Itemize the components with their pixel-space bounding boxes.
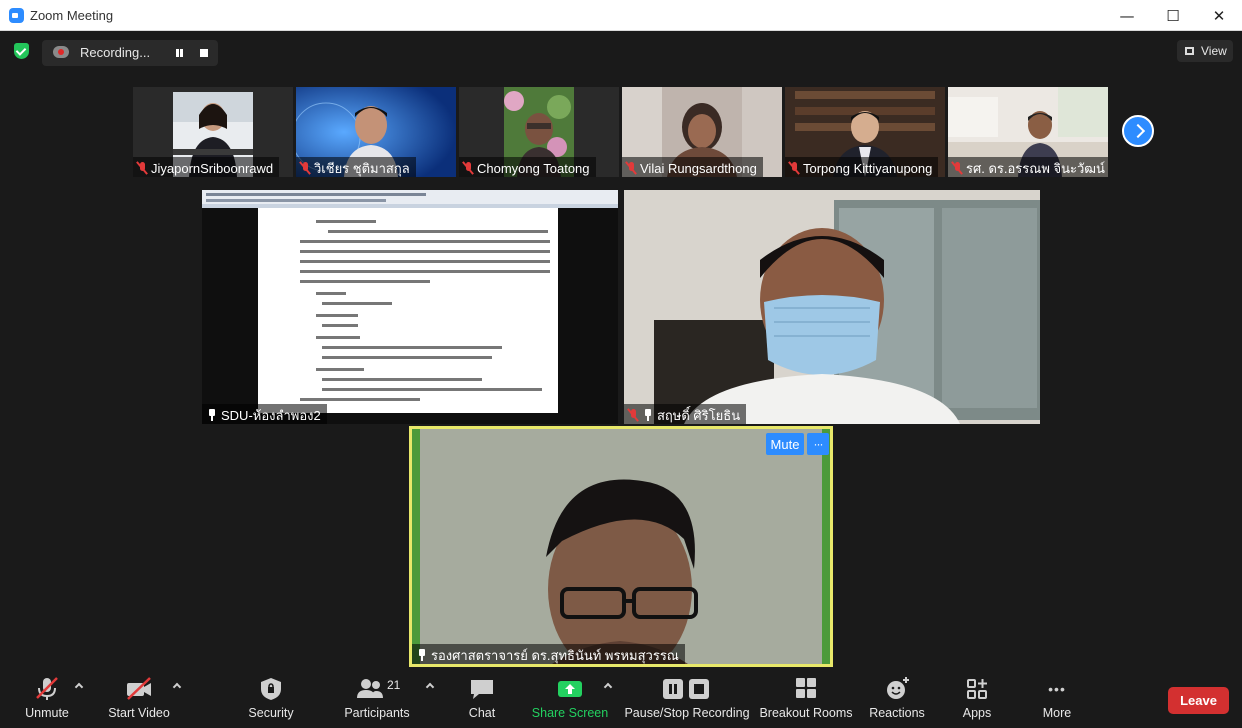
more-options-button[interactable]: ··· (807, 433, 829, 455)
meeting-toolbar: Unmute Start Video Security 21 Participa… (0, 672, 1242, 728)
participant-name-bar: วิเชียร ชุติมาสกุล (296, 157, 416, 177)
recording-indicator: Recording... (42, 40, 218, 66)
breakout-rooms-button[interactable]: Breakout Rooms (759, 676, 853, 726)
share-screen-label: Share Screen (531, 706, 609, 720)
pdf-toolbar (202, 190, 618, 208)
participant-name: JiyapornSriboonrawd (151, 160, 274, 176)
unmute-label: Unmute (25, 706, 69, 720)
security-label: Security (248, 706, 294, 720)
participant-name-bar: Chomyong Toatong (459, 157, 596, 177)
participant-name-bar: Torpong Kittiyanupong (785, 157, 939, 177)
participant-name: รองศาสตราจารย์ ดร.สุทธินันท์ พรหมสุวรรณ (431, 647, 679, 663)
start-video-button[interactable]: Start Video (106, 676, 172, 726)
cloud-record-icon (53, 46, 69, 58)
leave-button[interactable]: Leave (1168, 687, 1229, 714)
participants-count: 21 (387, 678, 401, 692)
pause-stop-recording-label: Pause/Stop Recording (624, 706, 750, 720)
mic-muted-icon (32, 676, 62, 702)
more-button[interactable]: ••• More (1038, 676, 1076, 726)
minimize-button[interactable]: — (1104, 0, 1150, 31)
audio-options-caret[interactable] (74, 682, 84, 692)
shield-icon (256, 676, 286, 702)
video-options-caret[interactable] (172, 682, 182, 692)
mic-muted-icon (626, 161, 636, 175)
unmute-button[interactable]: Unmute (22, 676, 72, 726)
participant-name: Vilai Rungsardthong (640, 160, 757, 176)
share-screen-icon (555, 676, 585, 702)
participants-button[interactable]: 21 Participants (342, 676, 412, 726)
participant-name: Torpong Kittiyanupong (803, 160, 933, 176)
breakout-rooms-label: Breakout Rooms (759, 706, 853, 720)
zoom-app-icon (9, 8, 24, 23)
participant-thumbnail[interactable]: Torpong Kittiyanupong (785, 87, 945, 177)
reactions-label: Reactions (869, 706, 925, 720)
participant-name: รศ. ดร.อรรณพ จินะวัฒน์ (966, 160, 1105, 176)
view-button[interactable]: View (1177, 40, 1233, 62)
grid-view-icon (1185, 47, 1194, 55)
chat-label: Chat (468, 706, 496, 720)
participant-thumbnail[interactable]: รศ. ดร.อรรณพ จินะวัฒน์ (948, 87, 1108, 177)
recording-label: Recording... (80, 45, 151, 60)
title-bar: Zoom Meeting — ☐ ✕ (0, 0, 1242, 31)
view-label: View (1201, 44, 1227, 58)
chat-button[interactable]: Chat (466, 676, 498, 726)
mute-participant-button[interactable]: Mute (766, 433, 804, 455)
more-dots-icon: ••• (1048, 681, 1066, 697)
maximize-button[interactable]: ☐ (1150, 0, 1196, 31)
participant-thumbnail[interactable]: Chomyong Toatong (459, 87, 619, 177)
pin-icon (206, 408, 217, 422)
start-video-label: Start Video (108, 706, 170, 720)
close-button[interactable]: ✕ (1196, 0, 1242, 31)
pause-recording-icon[interactable] (172, 46, 186, 60)
encryption-shield-icon[interactable] (14, 43, 29, 59)
participant-name-bar: SDU-ห้องลำพอง2 (202, 404, 327, 424)
more-label: More (1042, 706, 1072, 720)
recording-controls-icon (662, 676, 712, 702)
stop-recording-icon[interactable] (200, 49, 208, 57)
participant-name-bar: สฤษดิ์ ศิริโยธิน (624, 404, 747, 424)
apps-label: Apps (962, 706, 992, 720)
participant-thumbnail[interactable]: JiyapornSriboonrawd (133, 87, 293, 177)
participant-name: สฤษดิ์ ศิริโยธิน (657, 407, 741, 423)
video-tile-participant[interactable]: สฤษดิ์ ศิริโยธิน (624, 190, 1040, 424)
mic-muted-icon (137, 161, 147, 175)
pin-icon (416, 648, 427, 662)
video-off-icon (124, 676, 154, 702)
mic-muted-icon (789, 161, 799, 175)
mic-muted-icon (628, 408, 638, 422)
pin-icon (642, 408, 653, 422)
reactions-button[interactable]: Reactions (868, 676, 926, 726)
reaction-smiley-icon (882, 676, 912, 702)
next-page-button[interactable] (1122, 115, 1154, 147)
security-button[interactable]: Security (246, 676, 296, 726)
participant-name: SDU-ห้องลำพอง2 (221, 407, 321, 423)
participant-video (624, 190, 1040, 424)
mic-muted-icon (952, 161, 962, 175)
pause-stop-recording-button[interactable]: Pause/Stop Recording (624, 676, 750, 726)
participant-video (412, 429, 830, 664)
mic-muted-icon (300, 161, 310, 175)
apps-icon (962, 676, 992, 702)
pdf-page (258, 208, 558, 413)
chat-icon (467, 676, 497, 702)
active-speaker-tile[interactable]: Mute ··· รองศาสตราจารย์ ดร.สุทธินันท์ พร… (409, 426, 833, 667)
participants-options-caret[interactable] (425, 682, 435, 692)
participants-label: Participants (344, 706, 410, 720)
apps-button[interactable]: Apps (958, 676, 996, 726)
participant-name-bar: Vilai Rungsardthong (622, 157, 763, 177)
participant-thumbnail[interactable]: วิเชียร ชุติมาสกุล (296, 87, 456, 177)
participant-name-bar: รองศาสตราจารย์ ดร.สุทธินันท์ พรหมสุวรรณ (412, 644, 685, 664)
meeting-stage: Recording... View JiyapornSriboonrawd วิ… (0, 31, 1242, 672)
mic-muted-icon (463, 161, 473, 175)
participant-thumbnail[interactable]: Vilai Rungsardthong (622, 87, 782, 177)
participants-icon: 21 (349, 676, 405, 702)
window-title: Zoom Meeting (30, 8, 114, 23)
breakout-rooms-icon (791, 676, 821, 702)
participant-name: Chomyong Toatong (477, 160, 590, 176)
video-tile-screen-share[interactable]: SDU-ห้องลำพอง2 (202, 190, 618, 424)
participant-name-bar: JiyapornSriboonrawd (133, 157, 280, 177)
participant-name-bar: รศ. ดร.อรรณพ จินะวัฒน์ (948, 157, 1108, 177)
share-screen-button[interactable]: Share Screen (531, 676, 609, 726)
participant-name: วิเชียร ชุติมาสกุล (314, 160, 410, 176)
